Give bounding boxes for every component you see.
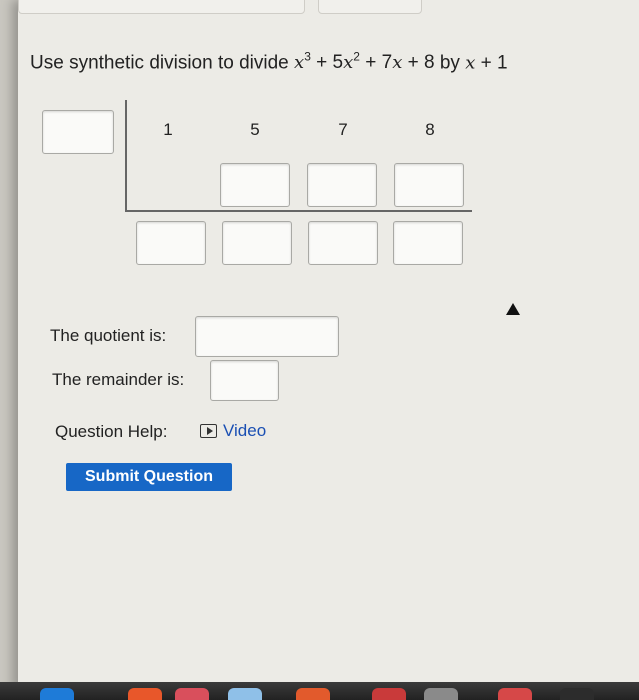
- product-input-1[interactable]: [220, 163, 290, 207]
- result-input-1[interactable]: [136, 221, 206, 265]
- coefficient-2: 5: [250, 120, 260, 139]
- dock: [0, 682, 639, 700]
- division-vertical-line: [125, 100, 127, 212]
- submit-question-button[interactable]: Submit Question: [66, 463, 232, 491]
- top-tab-right[interactable]: [318, 0, 422, 14]
- dock-app-icon[interactable]: [560, 688, 594, 700]
- dock-app-icon[interactable]: [498, 688, 532, 700]
- quotient-input[interactable]: [195, 316, 339, 357]
- question-page: Use synthetic division to divide x3 + 5x…: [18, 0, 639, 690]
- dock-app-icon[interactable]: [128, 688, 162, 700]
- dividend-expression: x3 + 5x2 + 7x + 8: [294, 50, 435, 74]
- question-by: by: [439, 52, 460, 74]
- result-input-2[interactable]: [222, 221, 292, 265]
- divisor-expression: x + 1: [465, 52, 508, 74]
- dock-app-icon[interactable]: [372, 688, 406, 700]
- question-prefix: Use synthetic division to divide: [30, 52, 289, 74]
- coefficient-3: 7: [338, 120, 348, 139]
- dock-app-icon[interactable]: [40, 688, 74, 700]
- coefficient-1: 1: [163, 120, 173, 139]
- remainder-label: The remainder is:: [52, 370, 185, 389]
- division-horizontal-line: [125, 210, 472, 212]
- mouse-cursor-icon: [506, 303, 520, 315]
- video-help-link[interactable]: Video: [200, 421, 266, 441]
- question-help-label: Question Help:: [55, 422, 168, 441]
- video-link-label: Video: [223, 421, 267, 440]
- result-input-3[interactable]: [308, 221, 378, 265]
- result-input-4[interactable]: [393, 221, 463, 265]
- dock-app-icon[interactable]: [424, 688, 458, 700]
- quotient-label: The quotient is:: [50, 326, 167, 345]
- product-input-2[interactable]: [307, 163, 377, 207]
- dock-app-icon[interactable]: [296, 688, 330, 700]
- top-tab-left[interactable]: [18, 0, 305, 14]
- play-icon: [200, 424, 217, 438]
- dock-app-icon[interactable]: [175, 688, 209, 700]
- remainder-input[interactable]: [210, 360, 279, 401]
- coefficient-4: 8: [425, 120, 435, 139]
- divisor-input[interactable]: [42, 110, 114, 154]
- dock-app-icon[interactable]: [228, 688, 262, 700]
- product-input-3[interactable]: [394, 163, 464, 207]
- question-text: Use synthetic division to divide x3 + 5x…: [30, 50, 508, 74]
